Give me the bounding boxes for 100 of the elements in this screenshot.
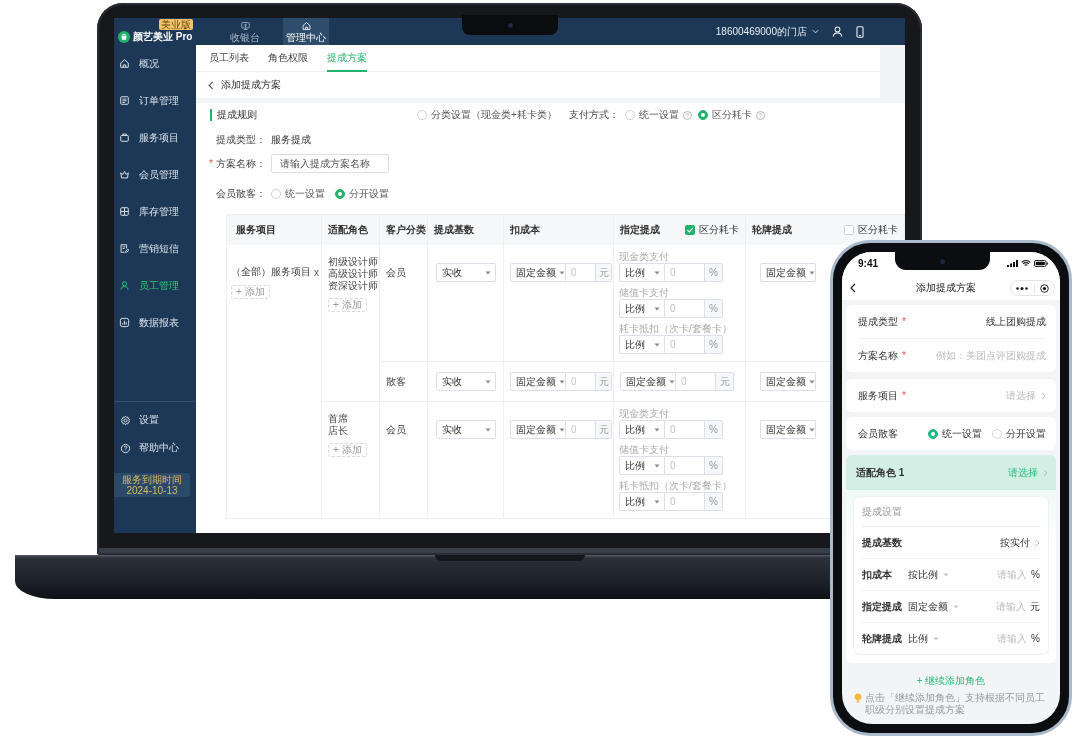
base-select[interactable]: 实收	[436, 372, 496, 391]
brand-name: 颜艺美业 Pro	[133, 31, 193, 43]
sidebar-item[interactable]: 数据报表	[114, 304, 196, 341]
mode-select[interactable]: 固定金额	[760, 263, 816, 282]
help-icon[interactable]	[682, 110, 692, 120]
field-value: 线上团购提成	[986, 314, 1046, 329]
caret-icon	[485, 379, 491, 384]
more-icon[interactable]	[1016, 286, 1029, 290]
payment-type-label: 耗卡抵扣（次卡/套餐卡）	[619, 479, 732, 492]
top-nav-tab[interactable]: 管理中心	[283, 18, 329, 45]
wifi-icon	[1021, 260, 1031, 267]
column-header: 提成基数	[434, 223, 474, 237]
sidebar-item[interactable]: 库存管理	[114, 193, 196, 230]
monitor-icon	[239, 20, 251, 31]
mode-select[interactable]: 比例	[619, 299, 665, 318]
field-label: 会员散客：	[215, 187, 266, 201]
radio-icon[interactable]	[271, 189, 281, 199]
field-label: 方案名称 *	[858, 348, 906, 363]
radio-option[interactable]: 区分耗卡	[697, 108, 752, 122]
target-icon[interactable]	[1039, 283, 1049, 293]
document-icon	[119, 95, 130, 106]
caret-icon	[809, 427, 815, 432]
radio-icon[interactable]	[335, 189, 345, 199]
field-label: 提成类型：	[215, 132, 266, 147]
help-icon[interactable]	[755, 110, 765, 120]
mode-select[interactable]: 比例	[619, 420, 665, 439]
radio-option[interactable]: 分类设置（现金类+耗卡类）	[417, 108, 557, 122]
sidebar-item[interactable]: 员工管理	[114, 267, 196, 304]
mode-select[interactable]: 比例	[619, 263, 665, 282]
lightbulb-icon	[854, 693, 862, 703]
field-label: 轮牌提成	[862, 631, 903, 646]
payment-type-label: 耗卡抵扣（次卡/套餐卡）	[619, 322, 732, 335]
mode-select[interactable]: 固定金额	[760, 420, 816, 439]
field-label: 指定提成	[862, 599, 903, 614]
radio-icon[interactable]	[992, 428, 1002, 439]
mode-select[interactable]: 比例	[619, 335, 665, 354]
top-nav-tab[interactable]: 收银台	[222, 18, 268, 45]
checkbox-icon[interactable]	[844, 225, 854, 235]
radio-option[interactable]: 分开设置	[335, 187, 389, 201]
unit-addon: 元	[596, 372, 612, 391]
mode-select[interactable]: 比例	[908, 631, 939, 646]
mode-select[interactable]: 固定金额	[760, 372, 816, 391]
mode-select[interactable]: 固定金额	[620, 372, 676, 391]
radio-option[interactable]: 统一设置	[271, 187, 325, 201]
mode-select[interactable]: 比例	[619, 492, 665, 511]
home-icon	[119, 58, 130, 69]
sidebar-item[interactable]: 设置	[114, 406, 196, 434]
picker[interactable]: 按实付	[1000, 535, 1040, 550]
sidebar-item[interactable]: 帮助中心	[114, 434, 196, 462]
role-name: 首席	[328, 413, 348, 425]
mode-select[interactable]: 固定金额	[510, 420, 566, 439]
caret-icon	[943, 572, 949, 577]
radio-icon[interactable]	[624, 110, 635, 120]
radio-icon[interactable]	[417, 110, 427, 120]
radio-icon[interactable]	[697, 110, 708, 120]
user-icon[interactable]	[832, 26, 843, 37]
sidebar-item[interactable]: 服务项目	[114, 119, 196, 156]
mobile-phone-icon[interactable]	[856, 25, 864, 38]
mode-select[interactable]: 固定金额	[510, 372, 566, 391]
crown-icon	[119, 169, 130, 180]
sidebar-item[interactable]: 概况	[114, 45, 196, 82]
radio-option[interactable]: 统一设置	[624, 108, 679, 122]
sidebar-item[interactable]: 会员管理	[114, 156, 196, 193]
tab[interactable]: 角色权限	[268, 45, 308, 72]
checkbox-icon[interactable]	[685, 225, 695, 235]
sidebar-item[interactable]: 营销短信	[114, 230, 196, 267]
field-label: 会员散客	[858, 426, 898, 441]
menu-capsule[interactable]	[1010, 280, 1055, 296]
unit-addon: %	[705, 263, 723, 282]
checkbox-option[interactable]: 区分耗卡	[844, 223, 898, 237]
base-select[interactable]: 实收	[436, 420, 496, 439]
caret-icon	[809, 270, 815, 275]
chevron-right-icon	[1041, 391, 1046, 400]
field-label: 支付方式：	[568, 108, 619, 122]
customer-type: 会员	[386, 423, 406, 437]
field-label: * 方案名称：	[208, 156, 266, 171]
amount-input[interactable]: 请输入	[987, 569, 1028, 580]
mode-select[interactable]: 比例	[619, 456, 665, 475]
unit-addon: 元	[716, 372, 734, 391]
checkbox-option[interactable]: 区分耗卡	[685, 223, 739, 237]
field-label: 服务项目 *	[858, 388, 906, 403]
tab[interactable]: 员工列表	[209, 45, 249, 72]
base-select[interactable]: 实收	[436, 263, 496, 282]
name-input[interactable]: 请输入提成方案名称	[271, 154, 389, 173]
store-selector[interactable]: 18600469000的门店	[715, 24, 819, 39]
unit-addon: %	[705, 456, 723, 475]
remove-control[interactable]: x	[314, 266, 319, 278]
mode-select[interactable]: 固定金额	[908, 599, 959, 614]
back-icon[interactable]	[850, 283, 856, 293]
column-header: 轮牌提成	[752, 223, 792, 237]
radio-option[interactable]: 统一设置	[928, 426, 982, 441]
radio-icon[interactable]	[928, 428, 938, 439]
field-label: 扣成本	[862, 567, 893, 582]
mode-select[interactable]: 按比例	[908, 567, 949, 582]
column-header: 适配角色	[328, 223, 368, 237]
radio-option[interactable]: 分开设置	[992, 426, 1046, 441]
amount-input[interactable]: 请输入	[987, 633, 1028, 644]
sidebar-item[interactable]: 订单管理	[114, 82, 196, 119]
amount-input[interactable]: 请输入	[986, 601, 1026, 612]
mode-select[interactable]: 固定金额	[510, 263, 566, 282]
